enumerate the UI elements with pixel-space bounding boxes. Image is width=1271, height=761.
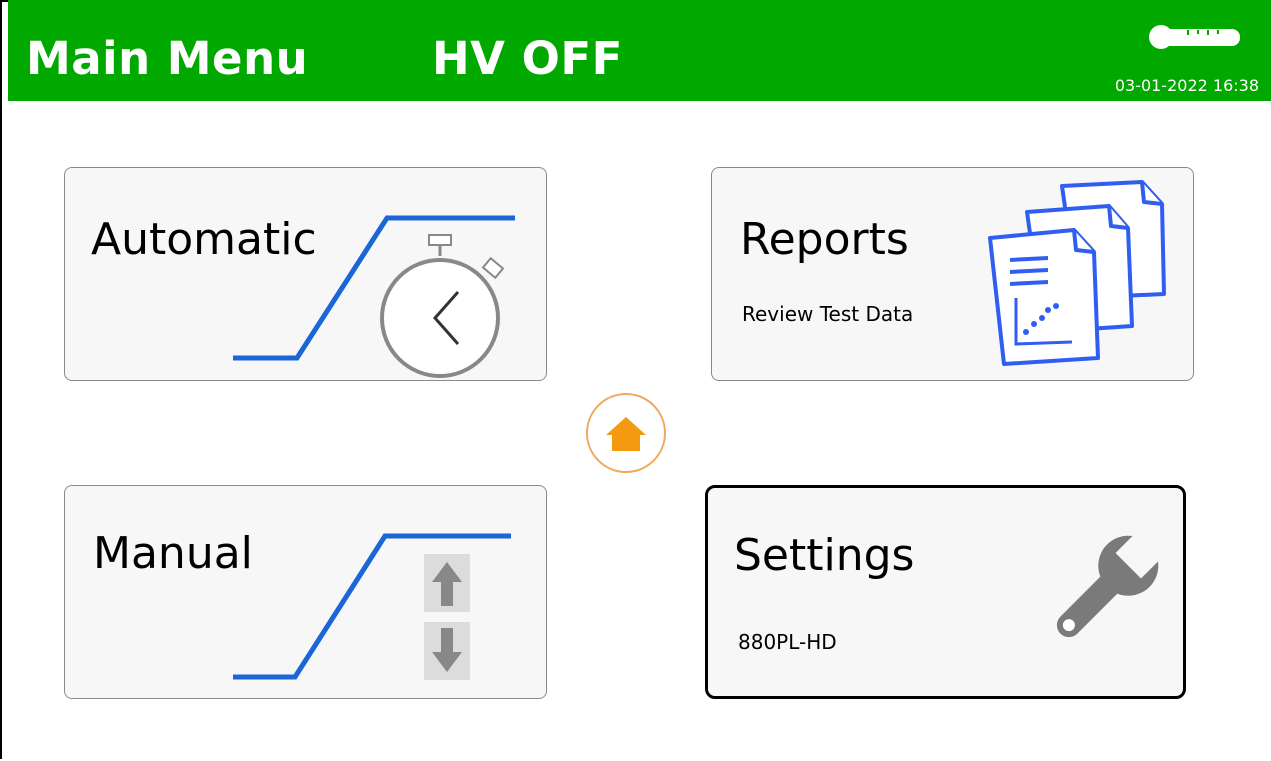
reports-subtitle: Review Test Data <box>742 302 914 326</box>
automatic-button[interactable]: Automatic <box>64 167 547 381</box>
home-button[interactable] <box>586 393 666 473</box>
settings-label: Settings <box>734 530 915 581</box>
reports-button[interactable]: Reports Review Test Data <box>711 167 1194 381</box>
wrench-icon <box>1056 535 1159 638</box>
page-title: Main Menu <box>26 32 309 85</box>
datetime-readout: 03-01-2022 16:38 <box>1114 76 1259 95</box>
ramp-graphic <box>233 533 511 680</box>
settings-subtitle: 880PL-HD <box>738 630 837 654</box>
settings-button[interactable]: Settings 880PL-HD <box>705 485 1186 699</box>
reports-label: Reports <box>740 214 909 265</box>
up-down-arrows-icon <box>424 554 470 680</box>
home-icon <box>606 417 646 451</box>
header-bar: Main Menu HV OFF 03-01-2022 16:38 <box>8 0 1271 101</box>
manual-button[interactable]: Manual <box>64 485 547 699</box>
hv-status: HV OFF <box>432 32 623 85</box>
thermometer-icon <box>1149 25 1240 49</box>
documents-icon <box>988 180 1166 366</box>
stopwatch-icon <box>380 234 505 378</box>
